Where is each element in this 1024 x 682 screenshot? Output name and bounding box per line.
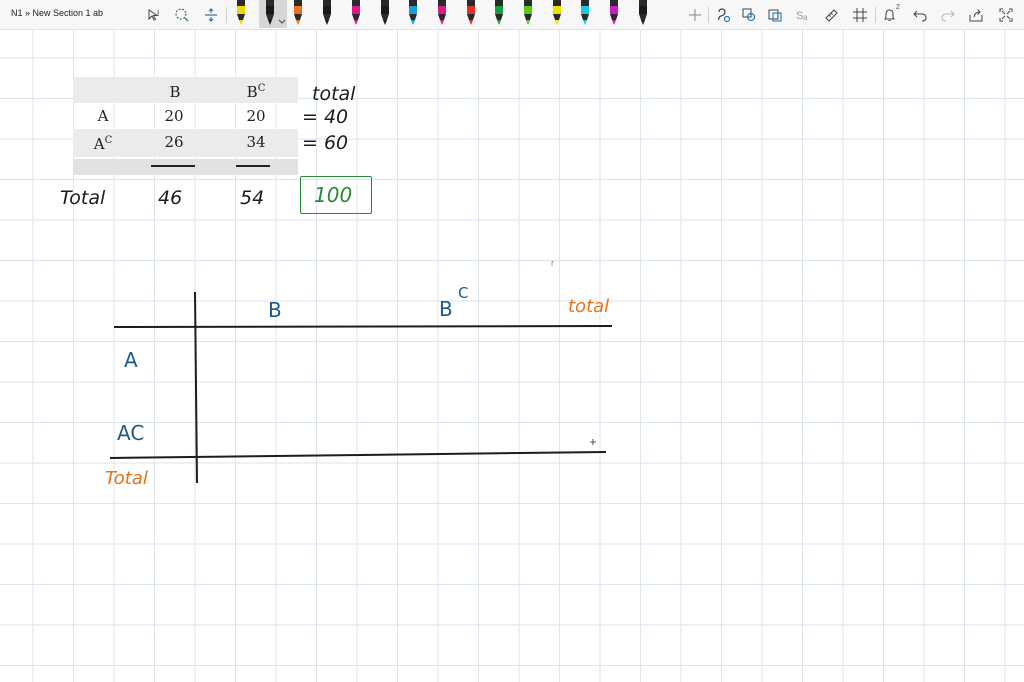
- toolbar-separator: [875, 7, 876, 23]
- pen-13-icon[interactable]: [574, 0, 590, 28]
- drawn-col-header-bc-sup[interactable]: C: [458, 286, 468, 301]
- undo-icon[interactable]: [909, 3, 931, 27]
- add-space-icon[interactable]: [200, 3, 222, 27]
- drawn-col-header-b[interactable]: B: [268, 300, 282, 320]
- toolbar-separator: [226, 7, 227, 23]
- notebook-canvas[interactable]: B BC A 20 20 AC 26 34 total = 40 = 60 To…: [0, 30, 1024, 682]
- notification-count: 2: [896, 4, 900, 11]
- toolbar: N1 » New Section 1 ab I Sa 2: [0, 0, 1024, 30]
- toolbar-separator: [708, 7, 709, 23]
- pen-2-icon[interactable]: [259, 0, 287, 28]
- vertical-divider: [194, 291, 198, 484]
- pen-12-icon[interactable]: [546, 0, 562, 28]
- pen-3-icon[interactable]: [287, 0, 303, 28]
- breadcrumb[interactable]: N1 » New Section 1 ab: [11, 8, 103, 18]
- redo-icon[interactable]: [937, 3, 959, 27]
- header-line: [113, 325, 613, 328]
- share-icon[interactable]: [965, 3, 987, 27]
- pen-6-icon[interactable]: [374, 0, 390, 28]
- pen-10-icon[interactable]: [488, 0, 504, 28]
- fullscreen-icon[interactable]: [995, 3, 1017, 27]
- ink-to-shape-icon[interactable]: [712, 3, 734, 27]
- svg-text:I: I: [157, 9, 159, 18]
- cursor-mark: [590, 439, 596, 445]
- chevron-down-icon[interactable]: [278, 19, 286, 25]
- drawn-col-header-bc[interactable]: B: [439, 299, 453, 319]
- pen-14-icon[interactable]: [603, 0, 619, 28]
- drawn-row-label-ac[interactable]: AC: [117, 423, 144, 443]
- drawn-col-header-total[interactable]: total: [568, 298, 609, 316]
- select-text-icon[interactable]: I: [144, 3, 166, 27]
- pen-7-icon[interactable]: [402, 0, 418, 28]
- pen-15-icon[interactable]: [632, 0, 648, 28]
- pen-5-icon[interactable]: [345, 0, 361, 28]
- add-pen-icon[interactable]: [684, 3, 706, 27]
- ruler-icon[interactable]: [820, 3, 842, 27]
- ink-to-text-icon[interactable]: [738, 3, 760, 27]
- drawn-table-lines[interactable]: [0, 30, 1024, 682]
- pen-11-icon[interactable]: [517, 0, 533, 28]
- replay-icon[interactable]: Sa: [792, 3, 814, 27]
- snap-grid-icon[interactable]: [849, 3, 871, 27]
- ink-to-math-icon[interactable]: [764, 3, 786, 27]
- pen-9-icon[interactable]: [460, 0, 476, 28]
- lasso-select-icon[interactable]: [171, 3, 193, 27]
- drawn-row-label-total[interactable]: Total: [105, 470, 148, 488]
- pen-8-icon[interactable]: [431, 0, 447, 28]
- notification-icon[interactable]: 2: [880, 3, 902, 27]
- svg-text:a: a: [803, 13, 808, 22]
- drawn-row-label-a[interactable]: A: [124, 350, 138, 370]
- pen-1-icon[interactable]: [230, 0, 246, 28]
- pen-4-icon[interactable]: [316, 0, 332, 28]
- bottom-line: [109, 451, 607, 459]
